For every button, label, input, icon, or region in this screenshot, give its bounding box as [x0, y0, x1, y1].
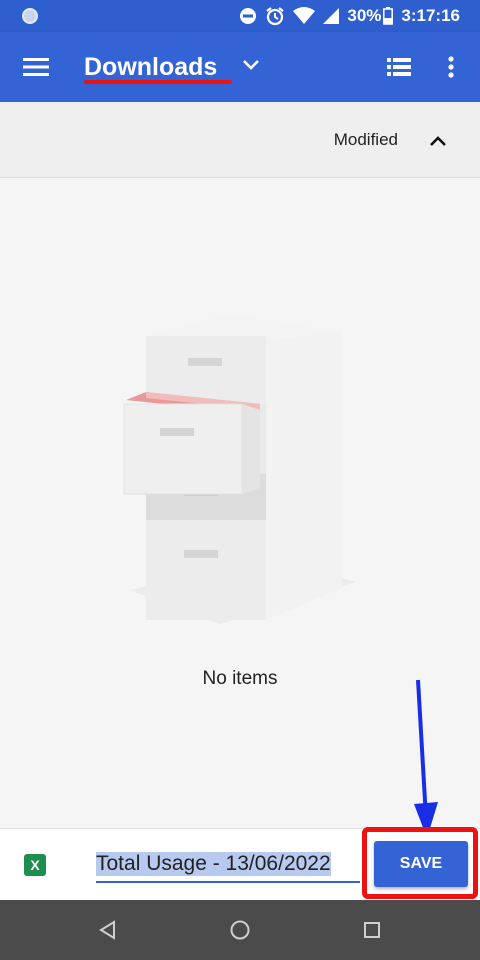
save-button[interactable]: SAVE: [374, 841, 468, 887]
alarm-icon: [266, 7, 285, 26]
app-bar: Downloads: [0, 32, 480, 102]
battery-icon: [383, 7, 394, 25]
status-icons: 30% 3:17:16: [239, 0, 460, 32]
more-vert-icon: [448, 56, 454, 78]
filename-text: Total Usage - 13/06/2022: [96, 852, 331, 876]
sort-direction-button[interactable]: [418, 124, 458, 158]
do-not-disturb-icon: [240, 8, 257, 24]
list-view-icon: [387, 58, 411, 76]
spreadsheet-file-icon: X: [24, 854, 46, 876]
list-view-button[interactable]: [378, 47, 420, 87]
back-icon: [99, 920, 115, 940]
file-cabinet-illustration: [123, 314, 356, 624]
page-title: Downloads: [84, 52, 218, 81]
chevron-up-icon: [430, 136, 446, 146]
location-dropdown-button[interactable]: [236, 50, 266, 80]
notification-dot-icon: [22, 8, 38, 24]
sort-by-modified-button[interactable]: Modified: [334, 130, 398, 150]
more-options-button[interactable]: [432, 47, 470, 87]
menu-button[interactable]: [14, 47, 58, 87]
wifi-icon: [293, 7, 316, 24]
recents-button[interactable]: [352, 910, 392, 950]
save-bar: X Total Usage - 13/06/2022 SAVE: [0, 827, 480, 900]
status-bar: 30% 3:17:16: [0, 0, 480, 32]
signal-icon: [323, 8, 340, 24]
clock: 3:17:16: [401, 6, 460, 25]
recents-icon: [364, 922, 380, 938]
chevron-down-icon: [243, 60, 259, 70]
title-annotation-underline: [84, 80, 232, 84]
menu-icon: [23, 58, 49, 76]
home-button[interactable]: [220, 910, 260, 950]
home-icon: [230, 920, 250, 940]
system-nav-bar: [0, 900, 480, 960]
sort-header: Modified: [0, 102, 480, 178]
battery-percent: 30%: [347, 6, 382, 25]
back-button[interactable]: [88, 910, 128, 950]
annotation-arrow: [414, 679, 438, 838]
filename-input[interactable]: Total Usage - 13/06/2022: [96, 847, 360, 883]
